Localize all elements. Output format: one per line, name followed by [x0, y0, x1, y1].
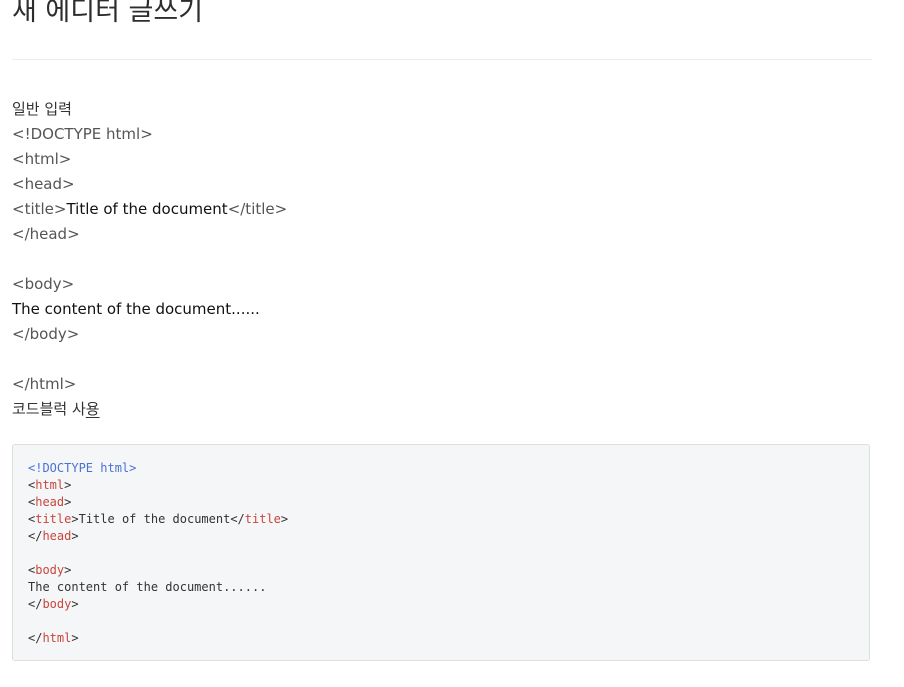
code-block[interactable]: <!DOCTYPE html> <html> <head> <title>Tit…	[12, 444, 870, 661]
plain-line-head-open: <head>	[12, 175, 75, 193]
code-gt: >	[71, 597, 79, 611]
plain-line-head-close: </head>	[12, 225, 80, 243]
code-line-body-text: The content of the document......	[28, 579, 854, 596]
code-gt: >	[280, 512, 289, 526]
code-close: </	[230, 512, 245, 526]
code-gt: >	[64, 478, 72, 492]
plain-blank-line	[12, 347, 872, 372]
code-gt: >	[64, 563, 72, 577]
plain-line-html-open: <html>	[12, 150, 72, 168]
code-gt: >	[64, 495, 72, 509]
code-line-body-open: <body>	[28, 562, 854, 579]
code-title-text: Title of the document	[78, 512, 231, 526]
code-line-html-close: </html>	[28, 630, 854, 647]
code-gt: >	[71, 512, 79, 526]
editor-content[interactable]: 일반 입력 <!DOCTYPE html> <html> <head> <tit…	[12, 97, 872, 422]
code-doctype: <!DOCTYPE html>	[28, 461, 137, 475]
code-tag-html: html	[42, 631, 72, 645]
code-block-label: 코드블럭 사용	[12, 397, 872, 422]
code-gt: >	[71, 529, 79, 543]
plain-title-open-tag: <title>	[12, 200, 67, 218]
code-line-title: <title>Title of the document</title>	[28, 511, 854, 528]
code-gt: >	[71, 631, 79, 645]
code-tag-head: head	[35, 495, 65, 509]
code-tag-head: head	[42, 529, 72, 543]
plain-line-html-close: </html>	[12, 375, 77, 393]
plain-line-title: <title>Title of the document</title>	[12, 197, 872, 222]
plain-line-doctype: <!DOCTYPE html>	[12, 125, 153, 143]
code-tag-body: body	[42, 597, 72, 611]
code-close: </	[28, 529, 43, 543]
code-body-text: The content of the document......	[28, 580, 267, 594]
code-tag-html: html	[35, 478, 65, 492]
code-line-doctype: <!DOCTYPE html>	[28, 460, 854, 477]
code-line-body-close: </body>	[28, 596, 854, 613]
code-block-label-cursor-char: 용	[85, 400, 100, 418]
title-divider	[12, 59, 872, 60]
plain-input-label: 일반 입력	[12, 100, 72, 118]
code-close: </	[28, 597, 43, 611]
code-tag-body: body	[35, 563, 65, 577]
code-line-head-open: <head>	[28, 494, 854, 511]
code-tag-title: title	[35, 512, 72, 526]
code-line-head-close: </head>	[28, 528, 854, 545]
code-close: </	[28, 631, 43, 645]
code-line-html-open: <html>	[28, 477, 854, 494]
plain-blank-line	[12, 247, 872, 272]
page-title: 새 에디터 글쓰기	[12, 0, 204, 27]
code-tag-title: title	[244, 512, 281, 526]
code-block-label-main: 코드블럭 사	[12, 400, 86, 418]
plain-line-body-close: </body>	[12, 325, 80, 343]
plain-line-body-open: <body>	[12, 275, 75, 293]
plain-title-text: Title of the document	[66, 200, 228, 218]
plain-title-close-tag: </title>	[227, 200, 288, 218]
plain-line-body-text: The content of the document......	[12, 300, 260, 318]
